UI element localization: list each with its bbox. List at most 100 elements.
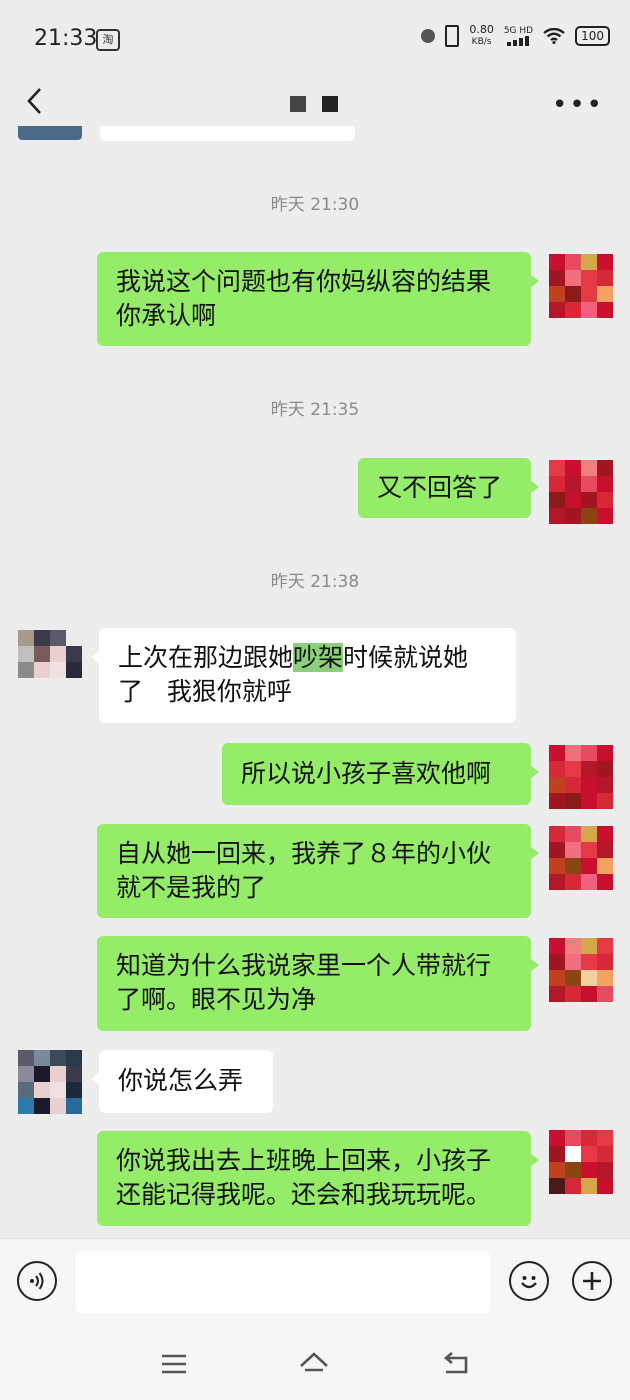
notification-dot-icon	[421, 29, 436, 43]
avatar-pixel	[597, 302, 613, 318]
avatar-pixel	[581, 1162, 597, 1178]
self-avatar[interactable]	[549, 254, 613, 318]
avatar-pixel	[581, 986, 597, 1002]
more-dots-icon[interactable]: •••	[552, 90, 604, 120]
message-bubble[interactable]: 上次在那边跟她吵架时候就说她 了 我狠你就呼	[91, 628, 516, 723]
avatar-pixel	[66, 662, 82, 678]
message-bubble[interactable]: 自从她一回来，我养了８年的小伙 就不是我的了	[97, 824, 539, 918]
avatar-pixel	[565, 938, 581, 954]
plus-icon[interactable]	[572, 1261, 612, 1301]
message-input[interactable]	[76, 1251, 490, 1313]
avatar-pixel	[581, 508, 597, 524]
avatar-pixel	[34, 1066, 50, 1082]
self-avatar[interactable]	[549, 460, 613, 524]
avatar-pixel	[565, 842, 581, 858]
avatar-pixel	[597, 460, 613, 476]
avatar-pixel	[66, 678, 82, 694]
avatar-pixel	[18, 662, 34, 678]
avatar-pixel	[549, 492, 565, 508]
avatar-pixel	[565, 460, 581, 476]
system-nav-bar	[0, 1330, 630, 1400]
speed-unit: KB/s	[471, 37, 492, 47]
avatar-pixel	[50, 630, 66, 646]
avatar-pixel	[549, 1130, 565, 1146]
message-timestamp: 昨天 21:38	[270, 572, 360, 592]
avatar-pixel	[581, 476, 597, 492]
avatar-pixel	[549, 777, 565, 793]
avatar-pixel	[597, 508, 613, 524]
message-line: 自从她一回来，我养了８年的小伙	[116, 839, 492, 868]
self-avatar[interactable]	[549, 938, 613, 1002]
contact-avatar[interactable]	[18, 630, 82, 694]
avatar-pixel	[50, 646, 66, 662]
message-line: 上次在那边跟她吵架时候就说她	[118, 641, 497, 675]
message-bubble[interactable]: 我说这个问题也有你妈纵容的结果 你承认啊	[97, 252, 539, 346]
avatar-pixel	[597, 954, 613, 970]
voice-icon[interactable]	[17, 1261, 57, 1301]
message-bubble[interactable]: 所以说小孩子喜欢他啊	[222, 743, 539, 805]
text-span: 上次在那边跟她	[118, 643, 294, 672]
message-bubble[interactable]: 知道为什么我说家里一个人带就行 了啊。眼不见为净	[97, 936, 539, 1031]
back-arrow-icon[interactable]	[440, 1348, 472, 1380]
avatar-pixel	[549, 1146, 565, 1162]
message-bubble[interactable]: 你说我出去上班晚上回来，小孩子 还能记得我呢。还会和我玩玩呢。	[97, 1131, 539, 1226]
avatar-pixel	[565, 270, 581, 286]
avatar-pixel	[18, 1082, 34, 1098]
emoji-icon[interactable]	[509, 1261, 549, 1301]
avatar-pixel	[549, 745, 565, 761]
avatar-pixel	[597, 286, 613, 302]
title-block	[322, 96, 338, 112]
status-time: 21:33	[34, 26, 98, 51]
avatar-pixel	[565, 761, 581, 777]
avatar-pixel	[565, 793, 581, 809]
vibrate-icon	[445, 25, 460, 47]
avatar-pixel	[565, 777, 581, 793]
avatar-pixel	[34, 1098, 50, 1114]
avatar-pixel	[597, 986, 613, 1002]
chevron-left-icon[interactable]	[24, 86, 48, 116]
avatar-pixel	[597, 270, 613, 286]
avatar-pixel	[565, 1178, 581, 1194]
avatar-pixel	[565, 286, 581, 302]
message-timestamp: 昨天 21:35	[270, 400, 360, 420]
avatar-pixel	[597, 476, 613, 492]
avatar-pixel	[18, 646, 34, 662]
avatar-pixel	[581, 286, 597, 302]
signal-icon	[507, 36, 530, 46]
avatar-pixel	[549, 954, 565, 970]
avatar-pixel	[597, 1178, 613, 1194]
avatar-pixel	[581, 492, 597, 508]
message-bubble[interactable]: 你说怎么弄	[91, 1050, 273, 1113]
avatar-pixel	[597, 874, 613, 890]
signal-group: 5G HD	[504, 26, 533, 46]
home-icon[interactable]	[298, 1348, 330, 1380]
avatar-pixel	[597, 970, 613, 986]
avatar-pixel	[549, 858, 565, 874]
avatar-pixel	[50, 1082, 66, 1098]
avatar-pixel	[18, 630, 34, 646]
self-avatar[interactable]	[549, 745, 613, 809]
avatar-pixel	[597, 842, 613, 858]
self-avatar[interactable]	[549, 826, 613, 890]
avatar-pixel	[34, 1082, 50, 1098]
avatar-pixel	[565, 970, 581, 986]
previous-message-fragment	[0, 126, 630, 142]
avatar-pixel	[597, 858, 613, 874]
avatar-pixel	[549, 874, 565, 890]
message-bubble[interactable]: 又不回答了	[358, 458, 539, 518]
avatar-pixel	[549, 476, 565, 492]
avatar-pixel	[565, 254, 581, 270]
avatar-pixel	[565, 508, 581, 524]
self-avatar[interactable]	[549, 1130, 613, 1194]
message-bubble	[100, 126, 355, 141]
avatar-pixel	[581, 842, 597, 858]
avatar-pixel	[66, 1050, 82, 1066]
chat-header: •••	[0, 78, 630, 128]
avatar-pixel	[34, 662, 50, 678]
contact-avatar[interactable]	[18, 1050, 82, 1114]
avatar-pixel	[66, 1066, 82, 1082]
avatar-pixel	[18, 1066, 34, 1082]
message-line: 你说怎么弄	[118, 1066, 244, 1095]
menu-icon[interactable]	[158, 1348, 190, 1380]
avatar-pixel	[565, 874, 581, 890]
